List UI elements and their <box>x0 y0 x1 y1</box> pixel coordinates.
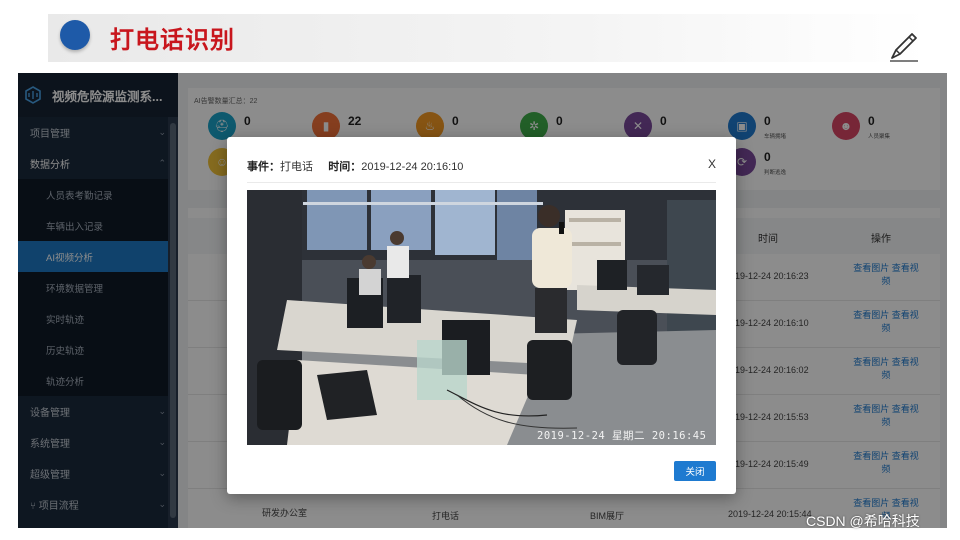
title-bullet <box>60 20 90 50</box>
event-detail-modal: 事件：打电话 时间：2019-12-24 20:16:10 X 2019-12-… <box>227 137 736 494</box>
video-timestamp: 2019-12-24 星期二 20:16:45 <box>537 430 707 442</box>
time-value: 2019-12-24 20:16:10 <box>361 161 464 173</box>
close-icon[interactable]: X <box>708 157 716 171</box>
video-frame <box>247 190 716 445</box>
video-player[interactable]: 2019-12-24 星期二 20:16:45 <box>247 190 716 445</box>
close-button[interactable]: 关闭 <box>674 461 716 481</box>
slide-title: 打电话识别 <box>110 27 235 54</box>
event-value: 打电话 <box>280 161 313 173</box>
slide: 打电话识别 视频危险源监测系... 项目管理 ⌄ 数据分析 ⌃ 人员表考勤记录 … <box>0 0 960 540</box>
watermark: CSDN @希哈科技 <box>806 513 920 529</box>
time-label: 时间： <box>328 161 362 173</box>
event-label: 事件： <box>247 161 280 173</box>
modal-divider <box>247 182 716 183</box>
modal-header: 事件：打电话 时间：2019-12-24 20:16:10 <box>247 158 463 174</box>
pen-icon <box>890 33 918 62</box>
